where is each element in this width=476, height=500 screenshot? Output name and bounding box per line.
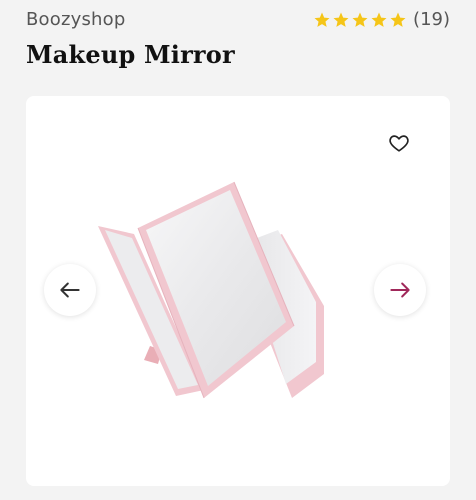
brand-name[interactable]: Boozyshop bbox=[26, 9, 126, 30]
arrow-right-icon bbox=[390, 282, 410, 298]
heart-outline-icon[interactable] bbox=[388, 132, 410, 154]
star-icon bbox=[333, 12, 349, 27]
next-image-button[interactable] bbox=[374, 264, 426, 316]
star-icon bbox=[314, 12, 330, 27]
rating[interactable]: (19) bbox=[313, 9, 450, 30]
product-header: Boozyshop (19) Makeup Mirror bbox=[0, 0, 476, 90]
rating-stars bbox=[313, 11, 407, 29]
arrow-left-icon bbox=[60, 282, 80, 298]
product-title: Makeup Mirror bbox=[26, 40, 235, 69]
star-icon bbox=[371, 12, 387, 27]
product-gallery bbox=[26, 96, 450, 486]
star-icon bbox=[352, 12, 368, 27]
prev-image-button[interactable] bbox=[44, 264, 96, 316]
star-icon bbox=[390, 12, 406, 27]
review-count[interactable]: (19) bbox=[413, 9, 450, 30]
product-image bbox=[98, 181, 324, 399]
